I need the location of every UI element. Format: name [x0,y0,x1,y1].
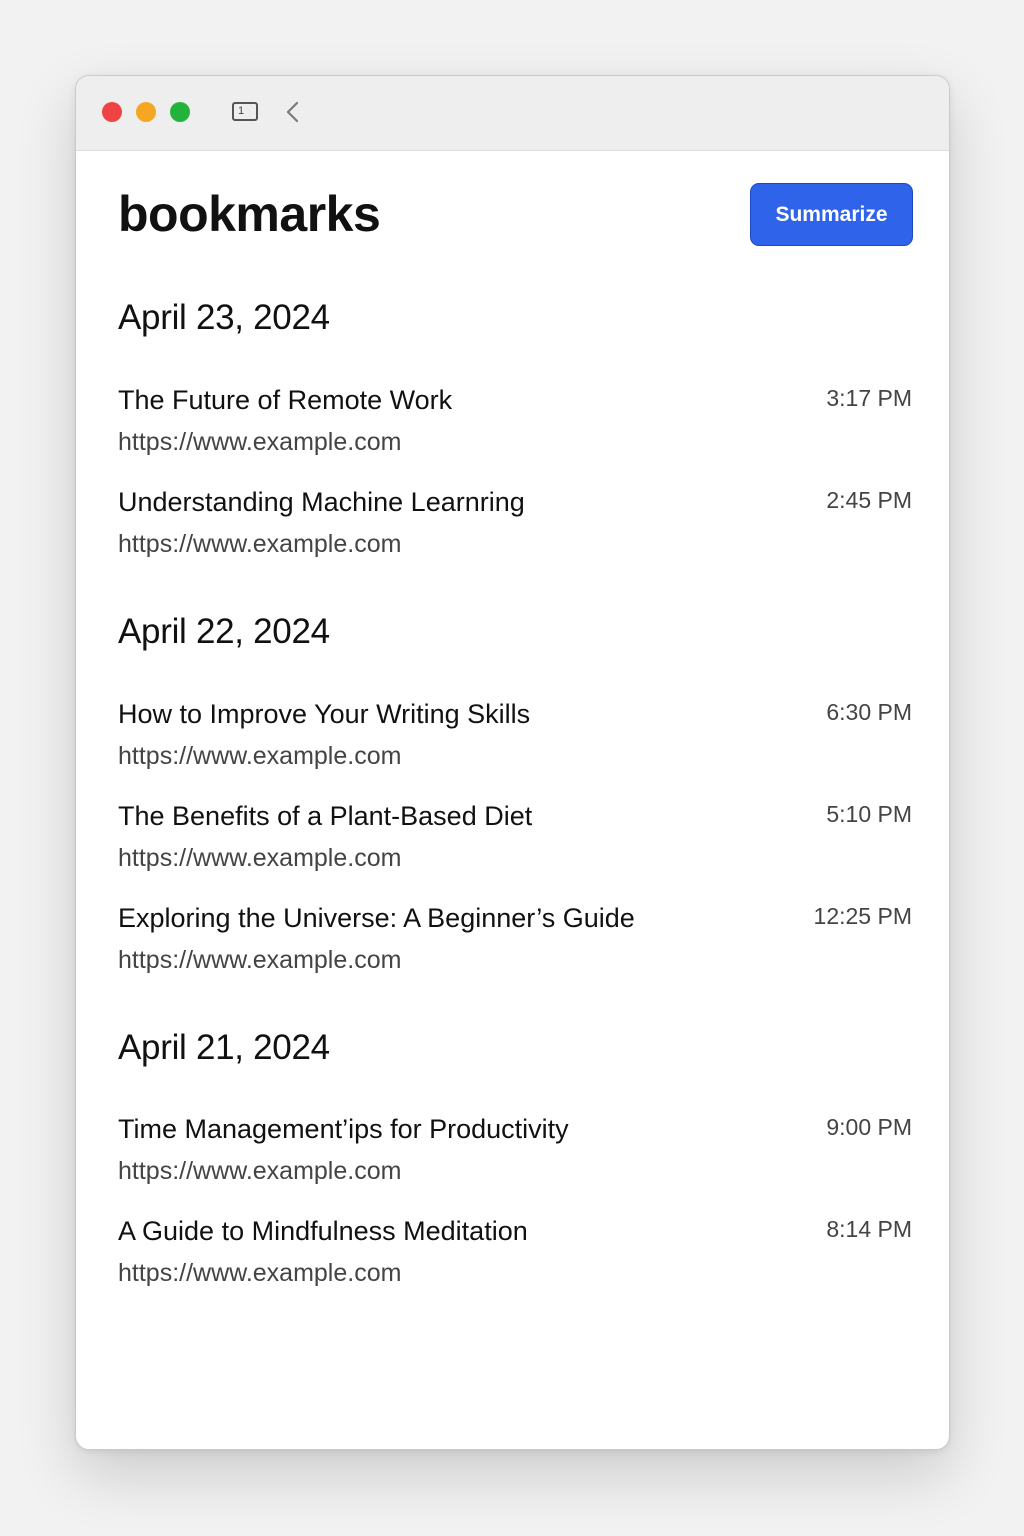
bookmark-item[interactable]: How to Improve Your Writing Skills https… [118,699,912,785]
page-title: bookmarks [118,186,381,242]
date-heading: April 23, 2024 [118,298,330,337]
bookmark-url[interactable]: https://www.example.com [118,844,401,873]
bookmark-time: 2:45 PM [826,487,912,513]
tab-overview-icon[interactable]: 1 [232,102,258,121]
bookmark-item[interactable]: Understanding Machine Learnring https://… [118,487,912,573]
bookmark-time: 8:14 PM [826,1216,912,1242]
summarize-button[interactable]: Summarize [750,183,913,246]
bookmark-url[interactable]: https://www.example.com [118,428,401,457]
bookmark-title[interactable]: A Guide to Mindfulness Meditation [118,1216,528,1247]
bookmark-item[interactable]: Time Management’ips for Productivity htt… [118,1114,912,1200]
bookmark-title[interactable]: The Future of Remote Work [118,385,452,416]
bookmark-title[interactable]: Understanding Machine Learnring [118,487,525,518]
bookmark-item[interactable]: Exploring the Universe: A Beginner’s Gui… [118,903,912,989]
bookmark-title[interactable]: Time Management’ips for Productivity [118,1114,569,1145]
browser-window: 1 bookmarks Summarize April 23, 2024 The… [75,75,950,1450]
bookmark-time: 9:00 PM [826,1114,912,1140]
date-heading: April 22, 2024 [118,612,330,651]
bookmark-url[interactable]: https://www.example.com [118,742,401,771]
bookmark-item[interactable]: A Guide to Mindfulness Meditation https:… [118,1216,912,1302]
close-window-button[interactable] [102,102,122,122]
bookmark-time: 3:17 PM [826,385,912,411]
bookmark-title[interactable]: Exploring the Universe: A Beginner’s Gui… [118,903,635,934]
bookmark-title[interactable]: How to Improve Your Writing Skills [118,699,530,730]
bookmark-time: 5:10 PM [826,801,912,827]
minimize-window-button[interactable] [136,102,156,122]
titlebar: 1 [76,76,949,151]
bookmark-url[interactable]: https://www.example.com [118,946,401,975]
date-heading: April 21, 2024 [118,1028,330,1067]
bookmark-url[interactable]: https://www.example.com [118,1259,401,1288]
bookmark-time: 12:25 PM [813,903,912,929]
bookmark-url[interactable]: https://www.example.com [118,1157,401,1186]
bookmark-item[interactable]: The Benefits of a Plant-Based Diet https… [118,801,912,887]
back-chevron-icon[interactable] [282,100,304,124]
zoom-window-button[interactable] [170,102,190,122]
bookmark-time: 6:30 PM [826,699,912,725]
bookmark-title[interactable]: The Benefits of a Plant-Based Diet [118,801,532,832]
bookmark-url[interactable]: https://www.example.com [118,530,401,559]
bookmark-item[interactable]: The Future of Remote Work https://www.ex… [118,385,912,471]
